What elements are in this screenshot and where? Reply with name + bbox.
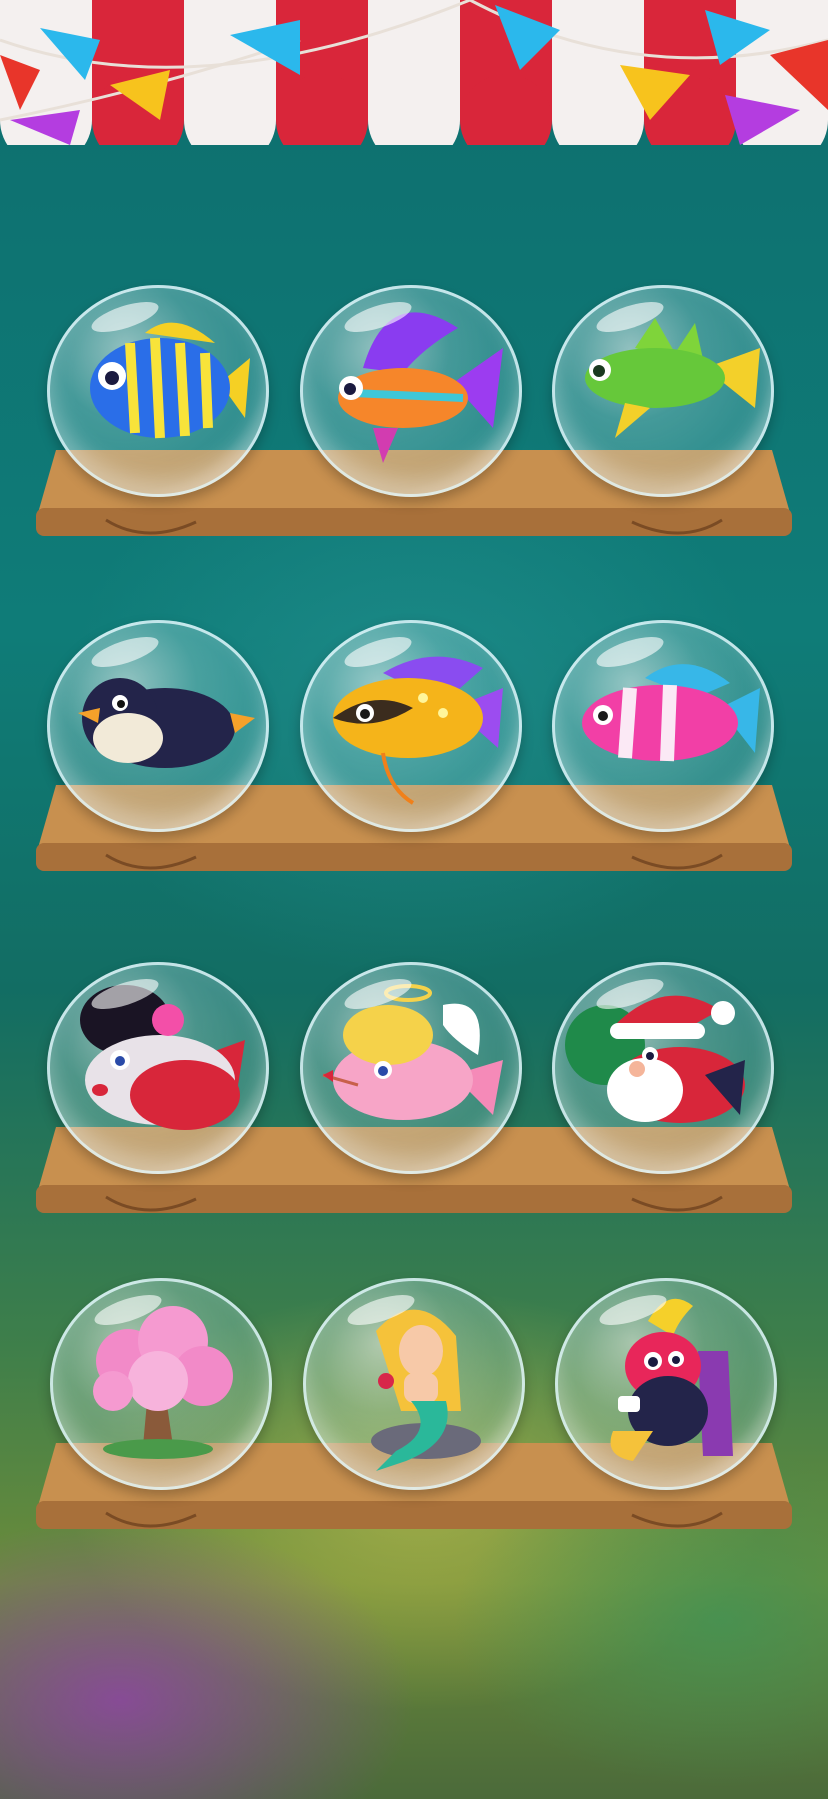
fish-bubble-geisha-fish[interactable] [47, 962, 269, 1174]
cherry-blossom-tree-icon [93, 1306, 233, 1459]
cupid-fish-icon [322, 984, 503, 1120]
fish-bubble-penguin[interactable] [47, 620, 269, 832]
pink-clownfish-icon [582, 664, 760, 762]
fish-bubble-pink-clownfish[interactable] [552, 620, 774, 832]
fish-bubble-green-fin-fish[interactable] [552, 285, 774, 497]
decor-bubble-king-fish-on-throne[interactable] [555, 1278, 777, 1490]
orange-purple-fin-fish-icon [338, 312, 503, 463]
fish-bubble-yellow-spotted-fish[interactable] [300, 620, 522, 832]
decor-bubble-mermaid[interactable] [303, 1278, 525, 1490]
penguin-icon [78, 678, 255, 768]
king-fish-on-throne-icon [610, 1298, 733, 1461]
circus-awning [0, 0, 828, 145]
shelf-row-1 [0, 285, 828, 565]
green-fin-fish-icon [585, 318, 760, 438]
shelf-row-2 [0, 620, 828, 900]
shelf-row-4 [0, 1278, 828, 1558]
shelf-row-3 [0, 962, 828, 1242]
yellow-spotted-fish-icon [333, 656, 503, 805]
mermaid-icon [371, 1309, 481, 1471]
santa-fish-icon [565, 995, 745, 1123]
striped-blue-fish-icon [90, 322, 250, 439]
fish-bubble-santa-fish[interactable] [552, 962, 774, 1174]
fish-bubble-orange-purple-fin-fish[interactable] [300, 285, 522, 497]
fish-bubble-cupid-fish[interactable] [300, 962, 522, 1174]
decor-bubble-cherry-blossom-tree[interactable] [50, 1278, 272, 1490]
fish-bubble-striped-blue-fish[interactable] [47, 285, 269, 497]
geisha-fish-icon [80, 985, 245, 1130]
